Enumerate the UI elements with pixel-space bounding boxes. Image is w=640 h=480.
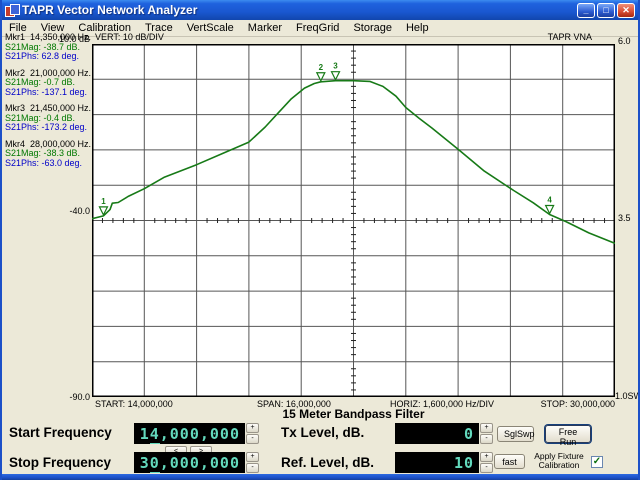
stop-frequency-value: 3 bbox=[140, 454, 150, 472]
spin-up-button[interactable]: + bbox=[246, 423, 259, 433]
apply-fixture-line2: Calibration bbox=[539, 460, 580, 470]
spin-down-button[interactable]: - bbox=[246, 434, 259, 444]
start-frequency-value: 1 bbox=[140, 425, 150, 443]
spin-up-button[interactable]: + bbox=[480, 452, 493, 462]
start-frequency-display[interactable]: 14,000,000 bbox=[134, 423, 245, 444]
marker-readout-3: Mkr3 21,450,000 Hz.S21Mag: -0.4 dB.S21Ph… bbox=[5, 104, 97, 133]
tx-level-spinner: + - bbox=[480, 423, 493, 444]
marker-readout-2: Mkr2 21,000,000 Hz.S21Mag: -0.7 dB.S21Ph… bbox=[5, 69, 97, 98]
marker-3[interactable]: 3 bbox=[332, 62, 340, 80]
stop-frequency-cursor-digit: 0 bbox=[150, 454, 160, 473]
right-axis-top-label: 6.0 bbox=[618, 36, 631, 46]
marker-number-label: 3 bbox=[333, 62, 338, 71]
grid-lines bbox=[92, 44, 615, 397]
spin-up-button[interactable]: + bbox=[480, 423, 493, 433]
maximize-button[interactable]: □ bbox=[597, 3, 615, 18]
start-frequency-value-rest: ,000,000 bbox=[160, 425, 240, 443]
stop-frequency-spinner: + - bbox=[246, 452, 259, 473]
stop-frequency-label: Stop Frequency bbox=[9, 455, 111, 470]
ref-level-display[interactable]: 10 bbox=[395, 452, 479, 473]
marker-phase-line: S21Phs: -137.1 deg. bbox=[5, 88, 97, 98]
free-run-button[interactable]: Free Run bbox=[545, 425, 591, 443]
menu-item-marker[interactable]: Marker bbox=[241, 21, 289, 35]
marker-4[interactable]: 4 bbox=[546, 195, 554, 213]
left-axis-bottom-label: -90.0 bbox=[60, 392, 90, 402]
graph-area[interactable]: 1 23 4 bbox=[92, 44, 615, 397]
ref-level-value: 10 bbox=[454, 454, 474, 472]
marker-readout-4: Mkr4 28,000,000 Hz.S21Mag: -38.3 dB.S21P… bbox=[5, 140, 97, 169]
tx-level-display[interactable]: 0 bbox=[395, 423, 479, 444]
spin-down-button[interactable]: - bbox=[246, 463, 259, 473]
menu-item-vertscale[interactable]: VertScale bbox=[180, 21, 241, 35]
plot-title: 15 Meter Bandpass Filter bbox=[92, 407, 615, 421]
marker-phase-line: S21Phs: -63.0 deg. bbox=[5, 159, 97, 169]
close-button[interactable]: ✕ bbox=[617, 3, 635, 18]
marker-phase-line: S21Phs: -173.2 deg. bbox=[5, 123, 97, 133]
app-window: TAPR Vector Network Analyzer _ □ ✕ FileV… bbox=[0, 0, 640, 480]
spin-down-button[interactable]: - bbox=[480, 463, 493, 473]
ref-level-spinner: + - bbox=[480, 452, 493, 473]
brand-label: TAPR VNA bbox=[527, 32, 592, 42]
apply-fixture-calibration-checkbox[interactable]: ✓ bbox=[591, 456, 603, 468]
stop-frequency-value-rest: ,000,000 bbox=[160, 454, 240, 472]
minimize-button[interactable]: _ bbox=[577, 3, 595, 18]
start-frequency-cursor-digit: 4 bbox=[150, 425, 160, 444]
marker-phase-line: S21Phs: 62.8 deg. bbox=[5, 52, 97, 62]
start-frequency-spinner: + - bbox=[246, 423, 259, 444]
app-icon bbox=[5, 4, 18, 16]
single-sweep-button[interactable]: SglSwp bbox=[497, 426, 534, 442]
marker-number-label: 2 bbox=[319, 63, 324, 72]
left-axis-mid-label: -40.0 bbox=[60, 206, 90, 216]
marker-readout-panel: Mkr1 14,350,000 Hz.S21Mag: -38.7 dB.S21P… bbox=[5, 33, 97, 175]
apply-fixture-calibration-label: Apply Fixture Calibration bbox=[529, 452, 589, 470]
spin-up-button[interactable]: + bbox=[246, 452, 259, 462]
marker-2[interactable]: 2 bbox=[317, 63, 325, 81]
ref-level-label: Ref. Level, dB. bbox=[281, 455, 374, 470]
marker-number-label: 4 bbox=[547, 195, 552, 204]
left-axis-top-label: 10.0 dB bbox=[42, 34, 90, 44]
right-axis-mid-label: 3.5 bbox=[618, 213, 631, 223]
spin-down-button[interactable]: - bbox=[480, 434, 493, 444]
marker-triangle-icon bbox=[332, 72, 340, 80]
graph-canvas[interactable]: 1 23 4 bbox=[92, 44, 615, 397]
menu-item-freqgrid[interactable]: FreqGrid bbox=[289, 21, 346, 35]
menu-item-help[interactable]: Help bbox=[399, 21, 436, 35]
fast-sweep-button[interactable]: fast bbox=[494, 454, 525, 469]
marker-number-label: 1 bbox=[101, 197, 106, 206]
tx-level-value: 0 bbox=[464, 425, 474, 443]
menu-item-storage[interactable]: Storage bbox=[346, 21, 399, 35]
right-axis-bottom-label: 1.0SWR bbox=[615, 391, 640, 401]
window-title: TAPR Vector Network Analyzer bbox=[22, 3, 577, 17]
vertical-scale-label: VERT: 10 dB/DIV bbox=[95, 32, 164, 42]
titlebar: TAPR Vector Network Analyzer _ □ ✕ bbox=[2, 0, 638, 20]
stop-frequency-display[interactable]: 30,000,000 bbox=[134, 452, 245, 473]
tx-level-label: Tx Level, dB. bbox=[281, 425, 364, 440]
start-frequency-label: Start Frequency bbox=[9, 425, 112, 440]
window-bottom-border bbox=[2, 474, 638, 480]
